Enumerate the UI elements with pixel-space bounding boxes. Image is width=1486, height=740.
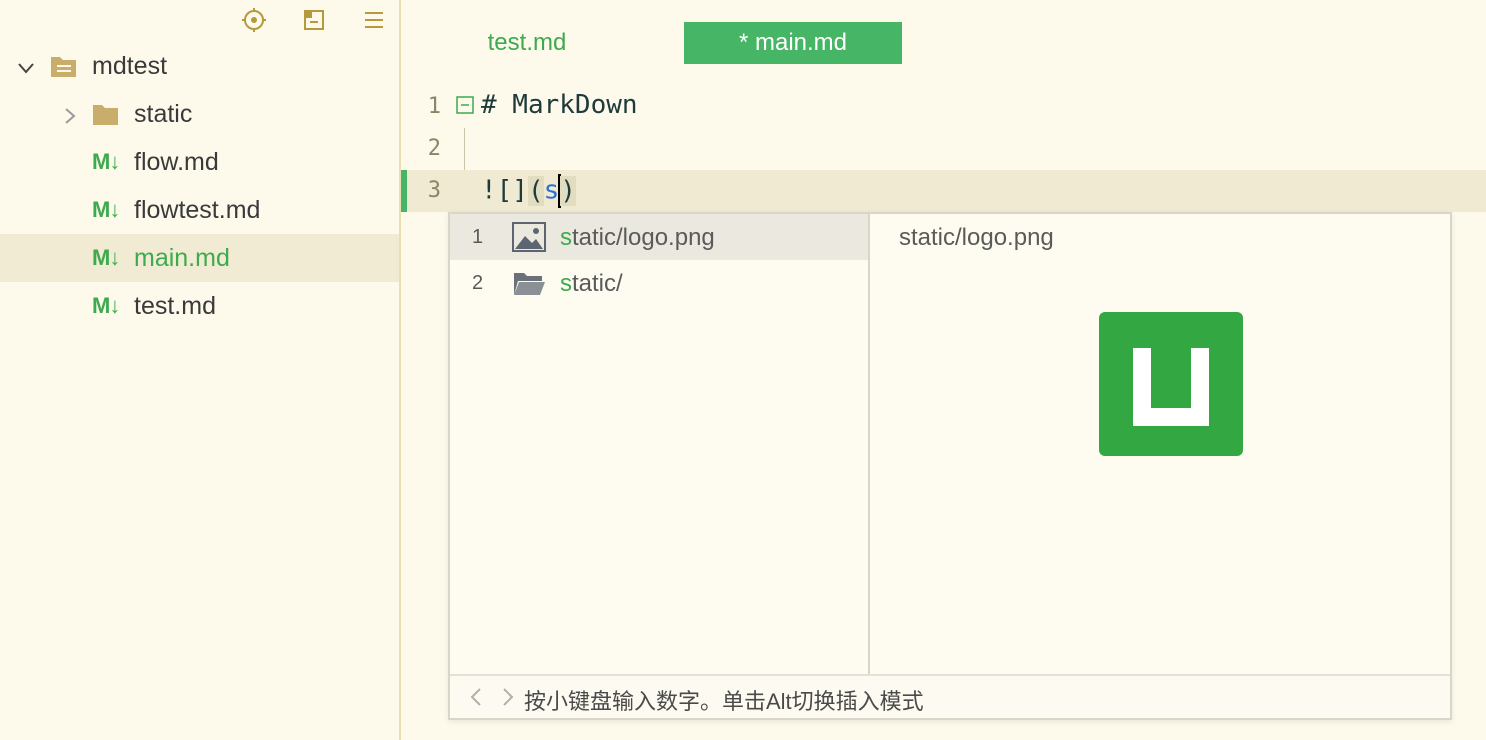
chevron-right-icon[interactable]	[496, 686, 518, 708]
tab-main-md[interactable]: * main.md	[684, 22, 902, 64]
project-sidebar: mdtest static M↓ flow.md M↓ flowtest.md …	[0, 0, 401, 740]
markdown-file-icon: M↓	[92, 197, 120, 222]
tree-root-label: mdtest	[92, 51, 168, 80]
tree-item-static[interactable]: static	[0, 90, 399, 138]
tree-item-main-md[interactable]: M↓ main.md	[0, 234, 399, 282]
locate-icon[interactable]	[242, 8, 266, 32]
chevron-left-icon[interactable]	[466, 686, 488, 708]
logo-image-preview	[1099, 312, 1243, 456]
tree-item-label: flowtest.md	[134, 195, 261, 224]
completion-preview: static/logo.png	[871, 214, 1450, 676]
tree-item-label: main.md	[134, 243, 230, 272]
completion-list: 1 static/logo.png 2 static/	[450, 214, 870, 676]
completion-label: static/logo.png	[560, 224, 715, 252]
line-number: 1	[427, 94, 441, 119]
match-text: s	[560, 270, 572, 297]
tree-root-mdtest[interactable]: mdtest	[0, 42, 399, 90]
markdown-file-icon: M↓	[92, 245, 120, 270]
completion-footer: 按小键盘输入数字。单击Alt切换插入模式	[450, 674, 1450, 718]
markdown-file-icon: M↓	[92, 293, 120, 318]
completion-item[interactable]: 2 static/	[450, 260, 868, 306]
typed-text: s	[543, 175, 560, 206]
tree-item-label: static	[134, 99, 193, 128]
completion-item[interactable]: 1 static/logo.png	[450, 214, 868, 260]
menu-icon[interactable]	[362, 8, 386, 32]
editor-line-1[interactable]: 1 # MarkDown	[401, 86, 1486, 128]
markdown-file-icon: M↓	[92, 149, 120, 174]
match-text: s	[560, 224, 572, 251]
image-syntax: ![]	[481, 175, 528, 206]
sidebar-toolbar	[0, 0, 399, 40]
chevron-down-icon[interactable]	[16, 56, 36, 76]
rest-text: tatic/logo.png	[572, 224, 715, 251]
tree-item-flow-md[interactable]: M↓ flow.md	[0, 138, 399, 186]
editor-line-3[interactable]: 3 ![](s)	[401, 170, 1486, 212]
rest-text: tatic/	[572, 270, 623, 297]
tree-item-label: flow.md	[134, 147, 219, 176]
folder-icon	[92, 102, 120, 126]
tab-test-md[interactable]: test.md	[418, 22, 636, 64]
tree-item-label: test.md	[134, 291, 216, 320]
code-text: ![](s)	[481, 174, 576, 208]
fold-collapse-icon[interactable]	[456, 96, 474, 114]
collapse-all-icon[interactable]	[302, 8, 326, 32]
footer-hint: 按小键盘输入数字。单击Alt切换插入模式	[524, 689, 924, 714]
editor-line-2[interactable]: 2	[401, 128, 1486, 170]
item-number: 2	[472, 272, 484, 294]
close-paren: )	[560, 175, 576, 206]
completion-popup: 1 static/logo.png 2 static/ static/logo.…	[448, 212, 1452, 720]
preview-title: static/logo.png	[899, 224, 1054, 251]
item-number: 1	[472, 226, 484, 248]
editor-tabs: test.md * main.md	[401, 0, 1486, 80]
code-text: # MarkDown	[481, 90, 638, 120]
module-folder-icon	[50, 54, 78, 78]
folder-open-icon	[512, 268, 546, 298]
line-number: 2	[427, 136, 441, 161]
tree-item-flowtest-md[interactable]: M↓ flowtest.md	[0, 186, 399, 234]
tree-item-test-md[interactable]: M↓ test.md	[0, 282, 399, 330]
image-file-icon	[512, 222, 546, 252]
open-paren: (	[527, 175, 544, 206]
completion-label: static/	[560, 270, 623, 298]
chevron-right-icon[interactable]	[60, 104, 80, 124]
line-number: 3	[427, 178, 441, 203]
